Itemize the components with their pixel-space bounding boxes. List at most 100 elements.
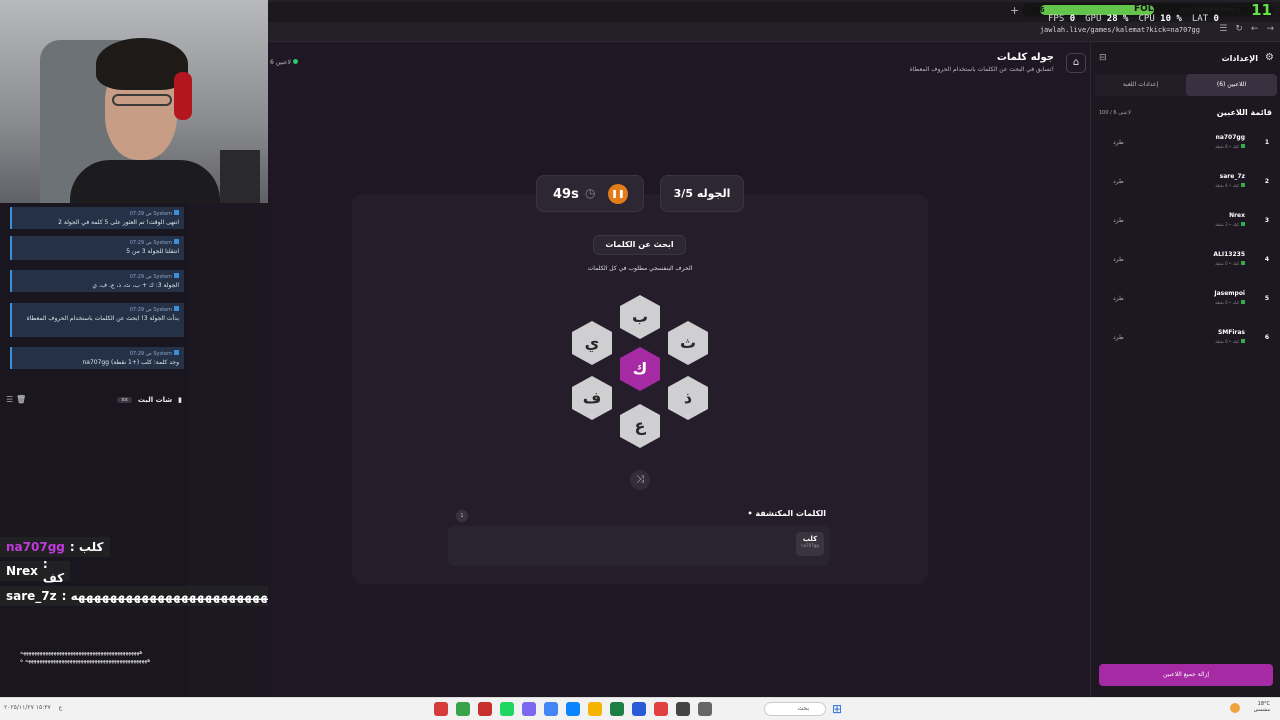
chat-count-pill: xx bbox=[117, 397, 132, 403]
cpu-stat: CPU 10 % bbox=[1138, 14, 1182, 24]
player-score-text: كيك • 3 نقطة bbox=[1215, 222, 1239, 227]
system-message-text: na707gg وجد كلمة: كلب (+1 نقطة) bbox=[82, 359, 179, 366]
app-icon[interactable] bbox=[632, 702, 646, 716]
language-indicator[interactable]: ع bbox=[59, 704, 63, 711]
player-score: كيك • 4 نقطة bbox=[1215, 183, 1245, 188]
live-chat-header: ☰ 🗑 xx شات البث ▮ bbox=[0, 392, 188, 408]
player-rank: 2 bbox=[1264, 178, 1269, 185]
fps-stat: FPS 0 bbox=[1048, 14, 1076, 24]
message-sender: System bbox=[153, 307, 172, 313]
message-time: 07:29 ص bbox=[129, 351, 152, 357]
microphone bbox=[220, 150, 260, 203]
weather-widget[interactable]: 18°C مشمس bbox=[1254, 701, 1270, 713]
player-rank: 3 bbox=[1264, 217, 1269, 224]
remove-all-players-button[interactable]: إزالة جميع اللاعبين bbox=[1099, 664, 1273, 686]
taskbar-search[interactable]: بحث bbox=[764, 702, 826, 716]
player-name: na707gg bbox=[1215, 134, 1245, 141]
player-score: كيك • 0 نقطة bbox=[1215, 339, 1245, 344]
browser-nav-icons: ☰ ↻ ← → bbox=[1219, 24, 1274, 34]
system-badge-icon bbox=[174, 306, 179, 311]
found-word-user: na707gg bbox=[801, 543, 819, 548]
chat-icon: ▮ bbox=[178, 396, 182, 404]
kick-player-button[interactable]: طرد bbox=[1113, 178, 1124, 185]
kick-badge-icon bbox=[1241, 144, 1245, 148]
spotify-icon[interactable] bbox=[500, 702, 514, 716]
tab-players[interactable]: اللاعبين (6) bbox=[1186, 74, 1277, 96]
kick-player-button[interactable]: طرد bbox=[1113, 217, 1124, 224]
tab-game-settings[interactable]: إعدادات اللعبة bbox=[1095, 74, 1186, 96]
app-icon[interactable] bbox=[698, 702, 712, 716]
kick-badge-icon bbox=[1241, 339, 1245, 343]
search-words-title: ابحث عن الكلمات bbox=[593, 235, 686, 255]
collapse-sidebar-icon[interactable]: ⊟ bbox=[1099, 53, 1107, 63]
overlay-chat-name: Nrex bbox=[6, 564, 38, 578]
system-message-text: الجولة 3: ك + ب، ث، ذ، ع، ف، ي bbox=[92, 282, 179, 289]
xbox-icon[interactable] bbox=[610, 702, 624, 716]
kick-player-button[interactable]: طرد bbox=[1113, 256, 1124, 263]
system-message-text: انتقلنا للجولة 3 من 5 bbox=[126, 248, 179, 255]
overlay-chat-line: Nrex : كف bbox=[0, 557, 70, 585]
player-score: كيك • 8 نقطة bbox=[1215, 144, 1245, 149]
player-name: Nrex bbox=[1229, 212, 1245, 219]
message-time: 07:29 ص bbox=[129, 307, 152, 313]
extensions-icon[interactable]: ☰ bbox=[1219, 24, 1227, 34]
kick-player-button[interactable]: طرد bbox=[1113, 334, 1124, 341]
address-bar[interactable]: jawlah.live/games/kalemat?kick=na707gg bbox=[1040, 26, 1200, 34]
glasses bbox=[112, 94, 172, 106]
player-row: 5 Jasempoi كيك • 0 نقطة طرد bbox=[1095, 282, 1277, 316]
kick-badge-icon bbox=[1241, 222, 1245, 226]
timer-box: 49s ◷ ❚❚ bbox=[536, 175, 644, 212]
system-message-meta: 07:29 ص System bbox=[17, 273, 179, 280]
player-count: 100 / 6 لاعبين bbox=[1099, 110, 1131, 116]
system-message-text: انتهى الوقت! تم العثور على 5 كلمة في الج… bbox=[58, 219, 179, 226]
system-message: 07:29 ص System انتقلنا للجولة 3 من 5 bbox=[10, 236, 184, 260]
folder-icon[interactable] bbox=[588, 702, 602, 716]
chat-tools[interactable]: ☰ 🗑 bbox=[6, 395, 26, 404]
overlay-chat-name: na707gg bbox=[6, 540, 65, 554]
message-sender: System bbox=[153, 211, 172, 217]
message-time: 07:29 ص bbox=[129, 240, 152, 246]
player-rank: 1 bbox=[1264, 139, 1269, 146]
kick-player-button[interactable]: طرد bbox=[1113, 295, 1124, 302]
players-online: 6 لاعبين bbox=[270, 59, 298, 66]
timer-value: 49s bbox=[553, 187, 579, 202]
game-subtitle: تسابق في البحث عن الكلمات باستخدام الحرو… bbox=[909, 66, 1054, 73]
kick-badge-icon bbox=[1241, 300, 1245, 304]
new-tab-button[interactable]: + bbox=[1010, 4, 1019, 17]
chrome-icon[interactable] bbox=[544, 702, 558, 716]
system-message-meta: 07:29 ص System bbox=[17, 350, 179, 357]
player-name: SMFiras bbox=[1217, 329, 1245, 336]
game-title: جوله كلمات bbox=[996, 52, 1054, 63]
lat-stat: LAT 0 bbox=[1191, 14, 1219, 24]
app-icon[interactable] bbox=[434, 702, 448, 716]
gpu-stat: GPU 28 % bbox=[1085, 14, 1129, 24]
player-list-title: قائمة اللاعبين bbox=[1216, 108, 1272, 117]
shuffle-button[interactable]: ⤨ bbox=[630, 470, 650, 490]
player-row: 2 sare_7z كيك • 4 نقطة طرد bbox=[1095, 165, 1277, 199]
online-dot bbox=[292, 59, 298, 64]
app-icon[interactable] bbox=[676, 702, 690, 716]
pause-button[interactable]: ❚❚ bbox=[608, 184, 628, 204]
player-score-text: كيك • 0 نقطة bbox=[1215, 261, 1239, 266]
system-badge-icon bbox=[174, 210, 179, 215]
overlay-chat-text: : كف bbox=[42, 557, 65, 585]
app-icon[interactable] bbox=[478, 702, 492, 716]
home-button[interactable]: ⌂ bbox=[1066, 53, 1086, 73]
discord-icon[interactable] bbox=[522, 702, 536, 716]
system-message-meta: 07:29 ص System bbox=[17, 239, 179, 246]
back-icon[interactable]: ← bbox=[1251, 24, 1259, 34]
edge-icon[interactable] bbox=[566, 702, 580, 716]
kick-player-button[interactable]: طرد bbox=[1113, 139, 1124, 146]
overlay-chat-text: : كلب bbox=[69, 540, 104, 554]
gear-icon: ⚙ bbox=[1265, 52, 1274, 63]
clock-icon: ◷ bbox=[585, 186, 596, 200]
player-score: كيك • 3 نقطة bbox=[1215, 222, 1245, 227]
app-icon[interactable] bbox=[456, 702, 470, 716]
forward-icon[interactable]: → bbox=[1266, 24, 1274, 34]
app-icon[interactable] bbox=[654, 702, 668, 716]
player-row: 3 Nrex كيك • 3 نقطة طرد bbox=[1095, 204, 1277, 238]
reload-icon[interactable]: ↻ bbox=[1235, 24, 1243, 34]
windows-start-icon[interactable]: ⊞ bbox=[832, 702, 842, 716]
kick-badge-icon bbox=[1241, 261, 1245, 265]
kick-logo-rank: 11 bbox=[1251, 1, 1272, 19]
